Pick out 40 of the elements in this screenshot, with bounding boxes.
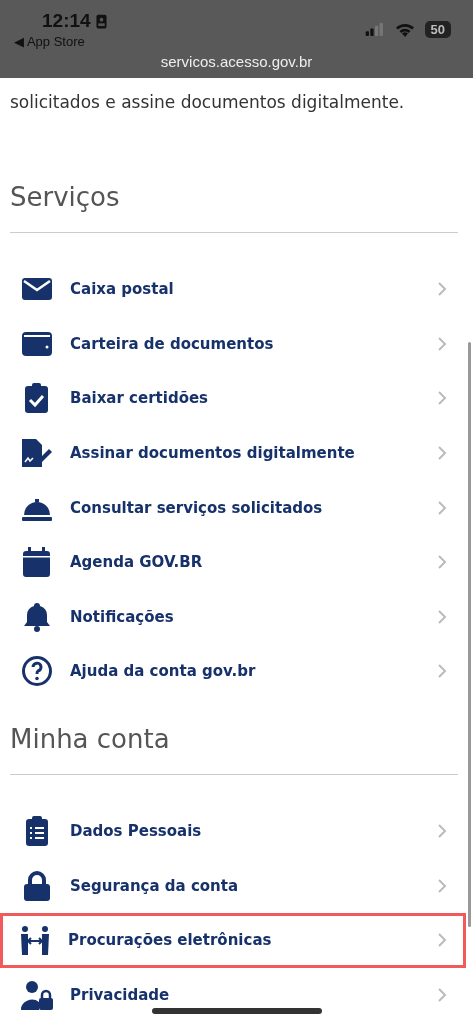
- chevron-right-icon: [437, 554, 447, 571]
- menu-item[interactable]: Segurança da conta: [10, 858, 458, 913]
- clock-time: 12:14: [42, 10, 91, 32]
- id-badge-icon: [95, 13, 107, 29]
- chevron-right-icon: [437, 390, 447, 407]
- chevron-right-icon: [437, 608, 447, 625]
- calendar-icon: [21, 546, 53, 579]
- menu-item[interactable]: Assinar documentos digitalmente: [10, 425, 458, 481]
- battery-indicator: 50: [424, 20, 451, 38]
- menu-item[interactable]: Consultar serviços solicitados: [10, 480, 458, 535]
- bell-icon: [21, 600, 53, 633]
- menu-item[interactable]: Carteira de documentos: [10, 316, 458, 372]
- menu-item[interactable]: Procurações eletrônicas: [0, 912, 466, 968]
- menu-item[interactable]: Caixa postal: [10, 262, 458, 317]
- chevron-right-icon: [437, 335, 447, 352]
- chevron-right-icon: [437, 499, 447, 516]
- menu-item[interactable]: Notificações: [10, 589, 458, 645]
- menu-item[interactable]: Dados Pessoais: [10, 803, 458, 859]
- people-exchange-icon: [19, 924, 51, 957]
- signed-document-icon: [21, 437, 53, 470]
- lock-icon: [21, 869, 53, 902]
- intro-text: solicitados e assine documentos digitalmente.: [10, 92, 406, 112]
- user-lock-icon: [21, 978, 53, 1011]
- url-text[interactable]: servicos.acesso.gov.br: [0, 53, 473, 70]
- menu-item[interactable]: Ajuda da conta gov.br: [10, 644, 458, 699]
- menu-item[interactable]: Baixar certidões: [10, 371, 458, 426]
- chevron-right-icon: [437, 932, 447, 949]
- menu-item[interactable]: Privacidade: [10, 967, 458, 1023]
- wifi-icon: [394, 21, 415, 37]
- section-heading: Minha conta: [10, 723, 171, 754]
- help-icon: [21, 655, 53, 688]
- signal-icon: [364, 22, 385, 36]
- chevron-right-icon: [437, 663, 447, 680]
- chevron-right-icon: [437, 986, 447, 1003]
- section-heading: Serviços: [10, 182, 121, 212]
- chevron-right-icon: [437, 445, 447, 462]
- menu-item[interactable]: Agenda GOV.BR: [10, 534, 458, 590]
- chevron-right-icon: [437, 281, 447, 298]
- chevron-right-icon: [437, 877, 447, 894]
- chevron-right-icon: [437, 823, 447, 840]
